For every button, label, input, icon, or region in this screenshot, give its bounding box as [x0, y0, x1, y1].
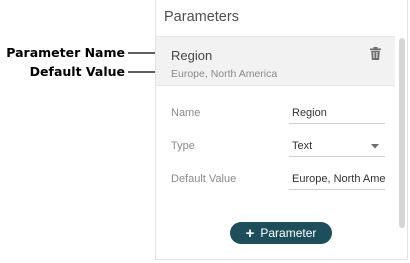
name-field[interactable]: Region [289, 106, 385, 124]
parameter-name-callout: Parameter Name [0, 45, 165, 61]
type-label: Type [171, 140, 195, 152]
name-field-value: Region [292, 107, 327, 119]
parameters-panel: Parameters Region Europe, North America … [155, 0, 408, 260]
default-value-callout: Default Value [0, 64, 165, 80]
trash-icon[interactable] [370, 47, 381, 60]
default-value-field[interactable]: Europe, North America [289, 172, 385, 190]
add-parameter-button[interactable]: + Parameter [230, 222, 332, 244]
name-label: Name [171, 107, 201, 119]
default-value-field-value: Europe, North America [292, 173, 385, 185]
scrollbar[interactable] [399, 38, 405, 228]
default-value-callout-label: Default Value [29, 64, 125, 79]
type-select[interactable]: Text [289, 139, 385, 157]
parameter-name-callout-label: Parameter Name [6, 45, 125, 60]
parameter-name: Region [171, 48, 213, 63]
parameter-default-value: Europe, North America [171, 68, 278, 80]
default-value-label: Default Value [171, 173, 237, 185]
plus-icon: + [245, 224, 255, 242]
parameter-list-item[interactable]: Region Europe, North America [156, 36, 395, 86]
chevron-down-icon [371, 144, 379, 149]
add-parameter-label: Parameter [260, 226, 317, 240]
panel-title: Parameters [164, 9, 239, 25]
type-select-value: Text [292, 140, 313, 152]
